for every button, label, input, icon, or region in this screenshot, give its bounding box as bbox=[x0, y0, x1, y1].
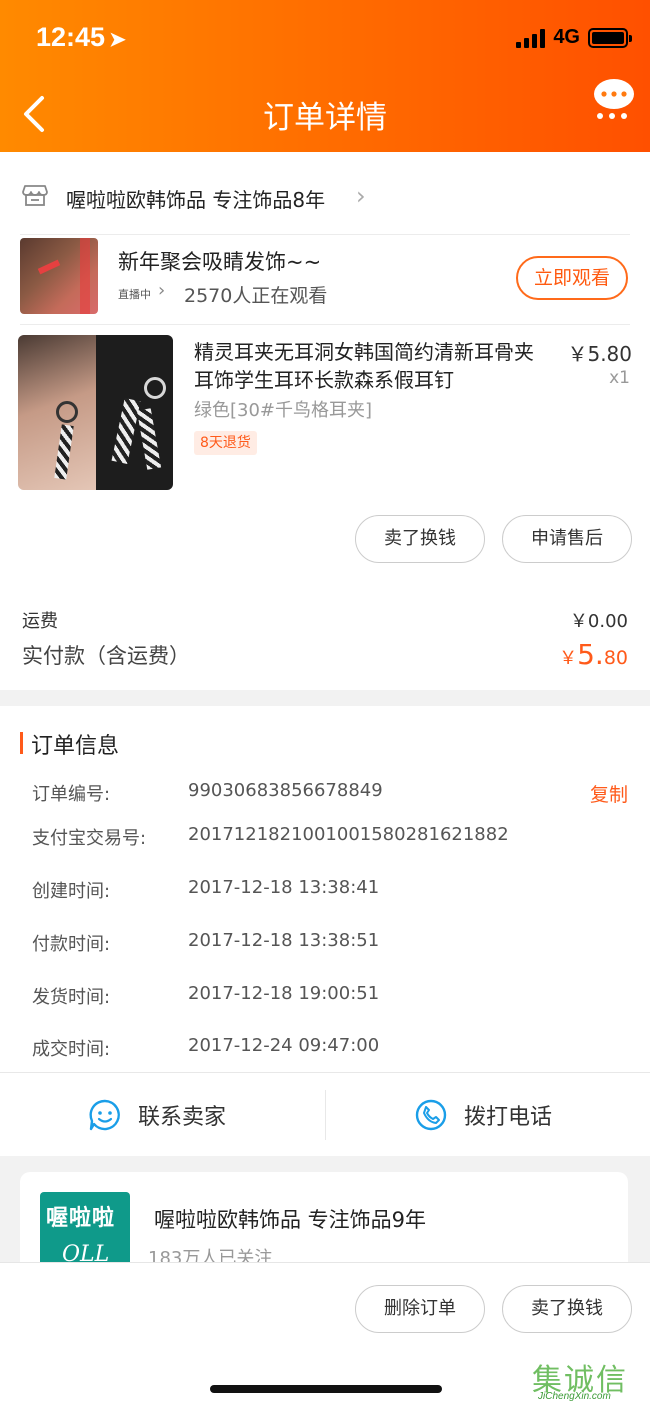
bottom-action-bar: 删除订单 卖了换钱 集诚信 JiChengXin.com bbox=[0, 1262, 650, 1407]
return-policy-badge: 8天退货 bbox=[194, 431, 257, 455]
product-quantity: x1 bbox=[609, 368, 630, 388]
paid-amount-label: 实付款（含运费） bbox=[22, 644, 190, 668]
divider bbox=[20, 324, 630, 325]
time-text: 12:45 bbox=[36, 22, 106, 52]
paid-time-row: 付款时间: 2017-12-18 13:38:51 bbox=[32, 930, 632, 960]
delete-order-button[interactable]: 删除订单 bbox=[355, 1285, 485, 1333]
contact-seller-button[interactable]: 联系卖家 bbox=[88, 1076, 226, 1154]
shop-row[interactable]: 喔啦啦欧韩饰品 专注饰品8年 › bbox=[0, 172, 650, 222]
info-label: 支付宝交易号: bbox=[32, 828, 147, 849]
page-title: 订单详情 bbox=[263, 100, 387, 136]
call-button[interactable]: 拨打电话 bbox=[414, 1076, 552, 1154]
info-label: 发货时间: bbox=[32, 987, 111, 1008]
shipped-time-row: 发货时间: 2017-12-18 19:00:51 bbox=[32, 983, 632, 1013]
paid-amount-decimal: 80 bbox=[603, 647, 628, 669]
info-value: 2017-12-18 19:00:51 bbox=[188, 983, 380, 1004]
watermark-logo: 集诚信 JiChengXin.com bbox=[532, 1355, 644, 1405]
currency-symbol: ￥ bbox=[559, 648, 578, 669]
live-thumbnail[interactable] bbox=[20, 238, 98, 314]
after-sale-button[interactable]: 申请售后 bbox=[502, 515, 632, 563]
live-status-tag: 直播中 bbox=[118, 288, 151, 301]
info-value: 2017121821001001580281621882 bbox=[188, 824, 509, 845]
chat-bubble-icon bbox=[594, 79, 634, 119]
contact-seller-label: 联系卖家 bbox=[138, 1105, 227, 1130]
info-label: 订单编号: bbox=[32, 784, 111, 805]
paid-amount-value: ￥5.80 bbox=[559, 638, 628, 671]
phone-icon bbox=[415, 1099, 447, 1131]
promo-shop-name: 喔啦啦欧韩饰品 专注饰品9年 bbox=[154, 1208, 427, 1232]
created-time-row: 创建时间: 2017-12-18 13:38:41 bbox=[32, 877, 632, 907]
chevron-right-icon: › bbox=[356, 182, 366, 210]
live-title: 新年聚会吸睛发饰~~ bbox=[118, 250, 322, 274]
shipping-label: 运费 bbox=[22, 611, 58, 632]
signal-icon bbox=[516, 28, 546, 48]
product-price: ￥5.80 bbox=[567, 342, 632, 366]
info-value: 2017-12-24 09:47:00 bbox=[188, 1035, 380, 1056]
info-value: 2017-12-18 13:38:51 bbox=[188, 930, 380, 951]
store-icon bbox=[22, 185, 48, 206]
paid-amount-integer: 5. bbox=[577, 638, 604, 671]
product-sku: 绿色[30#千鸟格耳夹] bbox=[194, 400, 373, 421]
home-indicator[interactable] bbox=[210, 1385, 442, 1393]
call-label: 拨打电话 bbox=[464, 1105, 553, 1130]
status-indicators: 4G bbox=[516, 26, 632, 49]
battery-icon bbox=[588, 27, 632, 48]
smiley-chat-icon bbox=[89, 1099, 120, 1131]
info-value: 2017-12-18 13:38:41 bbox=[188, 877, 380, 898]
message-button[interactable] bbox=[592, 78, 636, 119]
info-label: 付款时间: bbox=[32, 934, 111, 955]
info-label: 成交时间: bbox=[32, 1039, 111, 1060]
location-arrow-icon: ➤ bbox=[109, 29, 126, 51]
sell-for-cash-button[interactable]: 卖了换钱 bbox=[355, 515, 485, 563]
copy-button[interactable]: 复制 bbox=[590, 780, 628, 807]
info-value: 99030683856678849 bbox=[188, 780, 383, 801]
section-accent-bar bbox=[20, 732, 23, 754]
shop-name: 喔啦啦欧韩饰品 专注饰品8年 bbox=[66, 188, 326, 212]
order-info-card: 订单信息 订单编号: 99030683856678849 复制 支付宝交易号: … bbox=[0, 706, 650, 1156]
sell-for-cash-button[interactable]: 卖了换钱 bbox=[502, 1285, 632, 1333]
alipay-trade-row: 支付宝交易号: 2017121821001001580281621882 bbox=[32, 824, 632, 854]
divider bbox=[0, 1072, 650, 1073]
order-info-title: 订单信息 bbox=[31, 734, 120, 759]
shipping-value: ￥0.00 bbox=[569, 611, 628, 632]
info-label: 创建时间: bbox=[32, 881, 111, 902]
divider bbox=[325, 1090, 326, 1140]
network-type: 4G bbox=[553, 26, 580, 48]
product-title[interactable]: 精灵耳夹无耳洞女韩国简约清新耳骨夹耳饰学生耳环长款森系假耳钉 bbox=[194, 338, 544, 394]
header-bar: 12:45 ➤ 4G 订单详情 bbox=[0, 0, 650, 152]
divider bbox=[20, 234, 630, 235]
order-product-card: 喔啦啦欧韩饰品 专注饰品8年 › 新年聚会吸睛发饰~~ 直播中 › 2570人正… bbox=[0, 152, 650, 690]
product-image[interactable] bbox=[18, 335, 173, 490]
order-number-row: 订单编号: 99030683856678849 bbox=[32, 780, 632, 810]
live-viewer-count: 2570人正在观看 bbox=[184, 285, 328, 307]
watch-now-button[interactable]: 立即观看 bbox=[516, 256, 628, 300]
chevron-right-icon: › bbox=[158, 280, 166, 301]
shop-logo-text: 喔啦啦 bbox=[46, 1206, 116, 1231]
completed-time-row: 成交时间: 2017-12-24 09:47:00 bbox=[32, 1035, 632, 1065]
live-stream-row[interactable]: 新年聚会吸睛发饰~~ 直播中 › 2570人正在观看 立即观看 bbox=[0, 236, 650, 322]
watermark-url: JiChengXin.com bbox=[538, 1391, 611, 1402]
status-time: 12:45 ➤ bbox=[36, 22, 126, 53]
